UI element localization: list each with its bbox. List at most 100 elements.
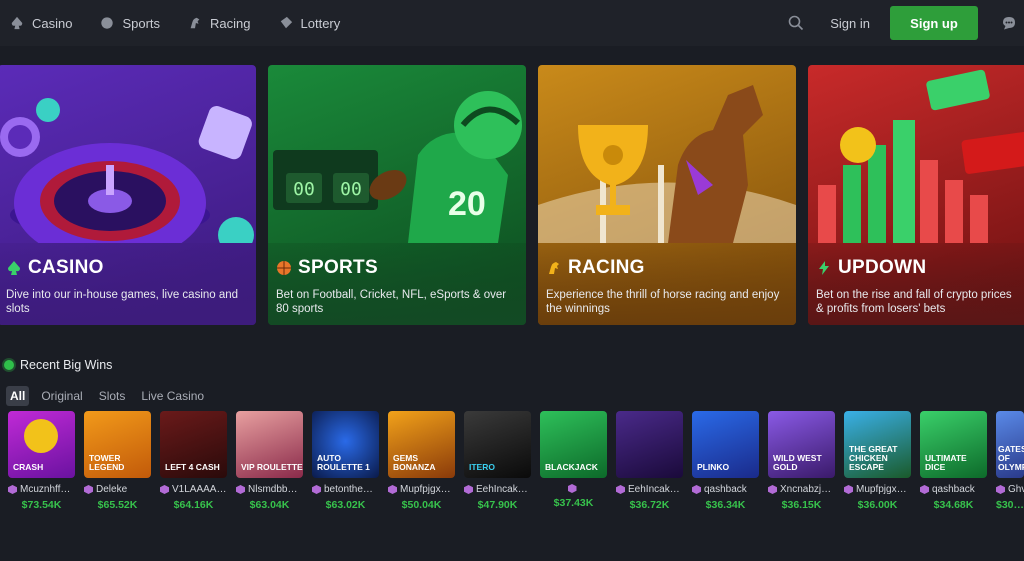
chat-button[interactable]: [998, 12, 1020, 34]
game-name: TOWER LEGEND: [89, 453, 125, 472]
game-thumbnail: LEFT 4 CASH: [160, 411, 227, 478]
card-sports-title: SPORTS: [298, 257, 378, 278]
list-item[interactable]: CRASH Mcuznhff… $73.54K: [8, 411, 75, 511]
user-level-icon: [844, 485, 853, 494]
card-casino-info: CASINO Dive into our in-house games, liv…: [0, 243, 256, 325]
card-sports-info: SPORTS Bet on Football, Cricket, NFL, eS…: [268, 243, 526, 325]
game-name: ULTIMATE DICE: [925, 453, 967, 472]
user-level-icon: [768, 485, 777, 494]
recent-big-wins-header: Recent Big Wins: [4, 358, 112, 372]
list-item[interactable]: EehIncak… $36.72K: [616, 411, 683, 511]
game-name: WILD WEST GOLD: [773, 453, 822, 472]
win-amount: $36.72K: [629, 499, 670, 511]
win-amount: $47.90K: [477, 499, 518, 511]
winner-name: Deleke: [96, 484, 128, 495]
game-thumbnail: BLACKJACK: [540, 411, 607, 478]
winner-name: Mupfpjgx…: [856, 484, 907, 495]
filter-original[interactable]: Original: [37, 386, 86, 406]
roulette-illustration: [0, 98, 254, 243]
list-item[interactable]: BLACKJACK $37.43K: [540, 411, 607, 509]
filter-all[interactable]: All: [6, 386, 30, 406]
filter-live-casino[interactable]: Live Casino: [137, 386, 208, 406]
ticket-icon: [280, 16, 292, 29]
search-icon: [788, 15, 804, 31]
winner-name: betonthe…: [324, 484, 373, 495]
sign-in-link[interactable]: Sign in: [830, 16, 870, 31]
game-thumbnail: CRASH: [8, 411, 75, 478]
win-amount: $36.00K: [857, 499, 898, 511]
spade-icon: [8, 261, 20, 275]
win-amount: $65.52K: [97, 499, 138, 511]
list-item[interactable]: THE GREAT CHICKEN ESCAPE Mupfpjgx… $36.0…: [844, 411, 911, 511]
game-thumbnail: GEMS BONANZA: [388, 411, 455, 478]
list-item[interactable]: WILD WEST GOLD Xncnabzj… $36.15K: [768, 411, 835, 511]
winner-name: V1LAAAA…: [172, 484, 227, 495]
ball-icon: [101, 17, 114, 29]
win-amount: $63.02K: [325, 499, 366, 511]
user-level-icon: [388, 485, 397, 494]
winner-name: Ghv…: [1008, 484, 1024, 495]
card-racing-desc: Experience the thrill of horse racing an…: [546, 289, 780, 315]
card-racing[interactable]: RACING Experience the thrill of horse ra…: [538, 65, 796, 325]
list-item[interactable]: ITERO EehIncak… $47.90K: [464, 411, 531, 511]
card-casino[interactable]: CASINO Dive into our in-house games, liv…: [0, 65, 256, 325]
user-level-icon: [84, 485, 93, 494]
win-amount: $73.54K: [21, 499, 62, 511]
filter-slots[interactable]: Slots: [95, 386, 130, 406]
user-level-icon: [160, 485, 169, 494]
user-level-icon: [8, 485, 17, 494]
win-amount: $34.68K: [933, 499, 974, 511]
list-item[interactable]: GEMS BONANZA Mupfpjgx… $50.04K: [388, 411, 455, 511]
list-item[interactable]: AUTO ROULETTE 1 betonthe… $63.02K: [312, 411, 379, 511]
card-casino-desc: Dive into our in-house games, live casin…: [6, 289, 239, 315]
user-level-icon: [312, 485, 321, 494]
card-sports[interactable]: 00 00 20 SPORTS Bet on Football, Cricket…: [268, 65, 526, 325]
game-name: GEMS BONANZA: [393, 453, 436, 472]
game-thumbnail: ULTIMATE DICE: [920, 411, 987, 478]
list-item[interactable]: VIP ROULETTE Nlsmdbb… $63.04K: [236, 411, 303, 511]
nav-racing-label: Racing: [210, 15, 251, 31]
card-updown[interactable]: UPDOWN Bet on the rise and fall of crypt…: [808, 65, 1024, 325]
nav-item-lottery[interactable]: Lottery: [279, 16, 340, 31]
nav-item-casino[interactable]: Casino: [10, 16, 72, 31]
big-wins-list: CRASH Mcuznhff… $73.54K TOWER LEGEND Del…: [8, 411, 1024, 521]
nav-item-racing[interactable]: Racing: [188, 15, 251, 31]
win-amount: $36.15K: [781, 499, 822, 511]
game-name: LEFT 4 CASH: [165, 462, 220, 472]
win-amount: $36.34K: [705, 499, 746, 511]
card-casino-title: CASINO: [28, 257, 104, 278]
top-navigation-bar: Casino Sports Racing Lottery Sign in Sig…: [0, 0, 1024, 46]
win-amount: $30…: [996, 499, 1024, 511]
list-item[interactable]: TOWER LEGEND Deleke $65.52K: [84, 411, 151, 511]
game-thumbnail: PLINKO: [692, 411, 759, 478]
football-player-illustration: 00 00 20: [273, 91, 522, 243]
horse-icon: [190, 17, 200, 29]
game-name: PLINKO: [697, 462, 730, 472]
list-item[interactable]: PLINKO qashback $36.34K: [692, 411, 759, 511]
card-updown-desc: Bet on the rise and fall of crypto price…: [816, 289, 1012, 315]
sign-up-button[interactable]: Sign up: [890, 6, 978, 40]
wins-filter-tabs: All Original Slots Live Casino: [6, 386, 208, 406]
game-name: BLACKJACK: [545, 462, 598, 472]
list-item[interactable]: LEFT 4 CASH V1LAAAA… $64.16K: [160, 411, 227, 511]
card-racing-info: RACING Experience the thrill of horse ra…: [538, 243, 796, 325]
game-name: THE GREAT CHICKEN ESCAPE: [849, 444, 898, 472]
game-thumbnail: WILD WEST GOLD: [768, 411, 835, 478]
list-item[interactable]: ULTIMATE DICE qashback $34.68K: [920, 411, 987, 511]
winner-name: Mupfpjgx…: [400, 484, 451, 495]
winner-name: EehIncak…: [476, 484, 528, 495]
winner-name: Xncnabzj…: [780, 484, 832, 495]
card-updown-info: UPDOWN Bet on the rise and fall of crypt…: [808, 243, 1024, 325]
recent-big-wins-title: Recent Big Wins: [20, 358, 113, 372]
game-name: VIP ROULETTE: [241, 462, 303, 472]
user-level-icon: [692, 485, 701, 494]
game-name: CRASH: [13, 462, 44, 472]
updown-illustration: [818, 69, 1024, 243]
list-item[interactable]: GATES OF OLYMPUS Ghv… $30…: [996, 411, 1024, 511]
search-button[interactable]: [786, 13, 806, 33]
nav-item-sports[interactable]: Sports: [100, 16, 160, 31]
winner-name: Nlsmdbb…: [248, 484, 298, 495]
card-sports-desc: Bet on Football, Cricket, NFL, eSports &…: [276, 289, 507, 315]
game-thumbnail: [616, 411, 683, 478]
horse-icon: [549, 262, 559, 274]
